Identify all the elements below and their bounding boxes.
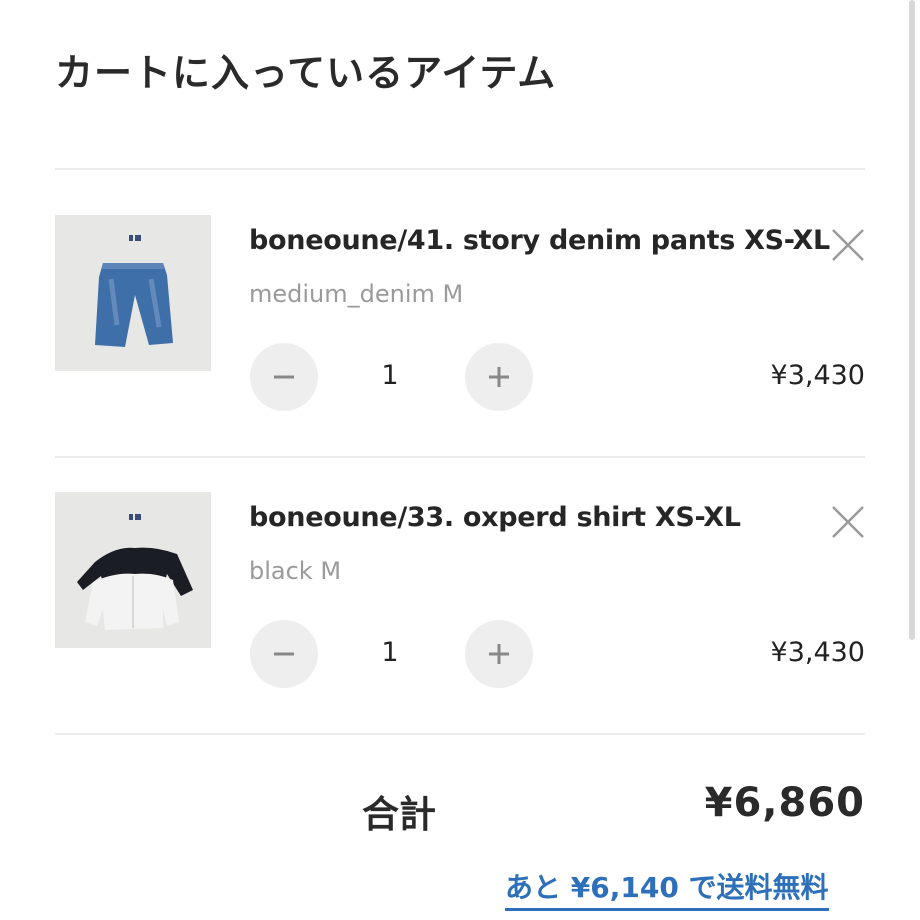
decrease-quantity-button[interactable] [250,620,318,688]
remove-item-button[interactable] [830,227,866,263]
increase-quantity-button[interactable] [465,343,533,411]
cart-title: カートに入っているアイテム [55,51,557,95]
product-variant: black M [249,557,342,585]
minus-icon [274,652,294,656]
plus-icon [489,367,509,387]
total-value: ¥6,860 [704,780,865,826]
scrollbar[interactable] [909,0,915,640]
cart-item: boneoune/41. story denim pants XS-XL med… [0,215,920,415]
divider-top [55,168,865,170]
product-name[interactable]: boneoune/41. story denim pants XS-XL [249,225,830,256]
increase-quantity-button[interactable] [465,620,533,688]
close-icon [832,229,864,261]
decrease-quantity-button[interactable] [250,343,318,411]
product-name[interactable]: boneoune/33. oxperd shirt XS-XL [249,502,741,533]
close-icon [832,506,864,538]
divider-bottom [55,733,865,735]
product-image-denim-pants[interactable] [55,215,211,371]
product-variant: medium_denim M [249,280,464,308]
divider-middle [55,456,865,458]
cart-item: boneoune/33. oxperd shirt XS-XL black M … [0,492,920,692]
product-image-shirts[interactable] [55,492,211,648]
total-label: 合計 [362,793,436,836]
plus-icon [489,644,509,664]
minus-icon [274,375,294,379]
remove-item-button[interactable] [830,504,866,540]
item-price: ¥3,430 [770,637,865,668]
free-shipping-link[interactable]: あと ¥6,140 で送料無料 [505,866,829,911]
item-price: ¥3,430 [770,360,865,391]
quantity-value: 1 [381,360,399,391]
quantity-value: 1 [381,637,399,668]
